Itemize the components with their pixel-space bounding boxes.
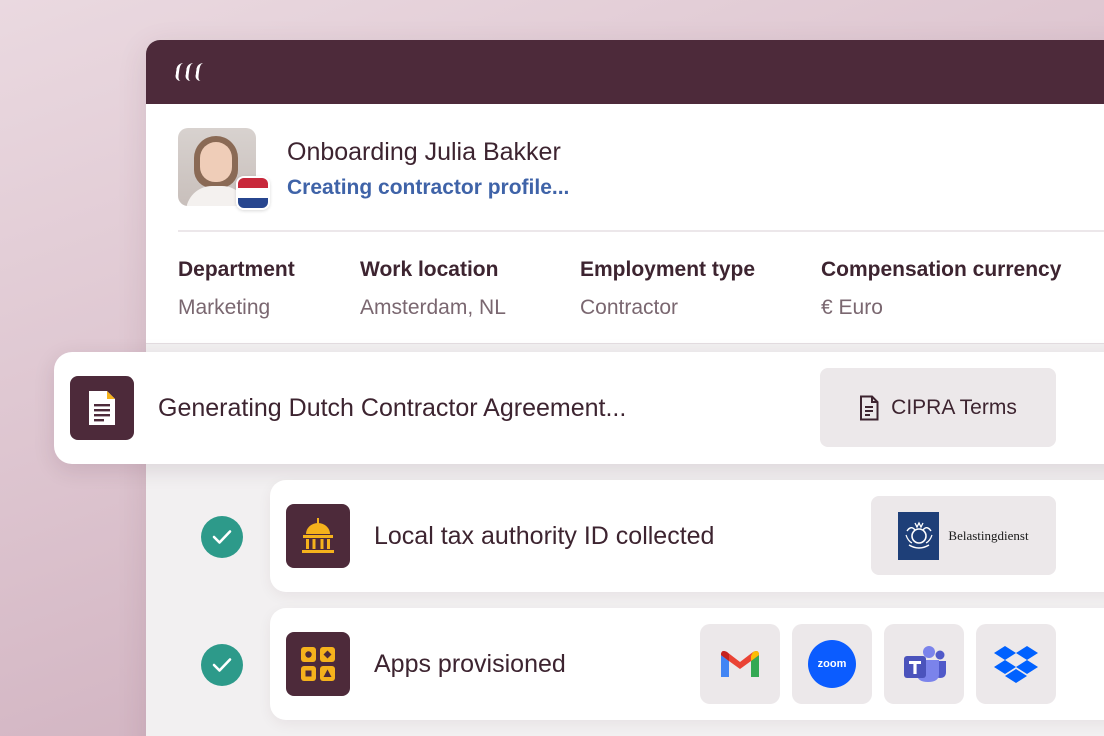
zoom-app-icon[interactable]: zoom bbox=[792, 624, 872, 704]
document-icon bbox=[70, 376, 134, 440]
field-compensation-currency: Compensation currency € Euro bbox=[821, 258, 1061, 320]
field-label: Compensation currency bbox=[821, 258, 1062, 281]
check-icon bbox=[201, 516, 243, 558]
step-title: Apps provisioned bbox=[374, 650, 566, 678]
field-value: Contractor bbox=[580, 296, 679, 319]
check-icon bbox=[201, 644, 243, 686]
belastingdienst-badge: Belastingdienst bbox=[871, 496, 1056, 575]
belastingdienst-logo-icon bbox=[898, 511, 940, 560]
netherlands-flag-icon bbox=[236, 176, 270, 210]
apps-step: Apps provisioned zoom bbox=[270, 608, 1104, 720]
page-title: Onboarding Julia Bakker bbox=[287, 138, 561, 166]
onboarding-card: Onboarding Julia Bakker Creating contrac… bbox=[146, 104, 1104, 344]
cipra-terms-button[interactable]: CIPRA Terms bbox=[820, 368, 1056, 447]
file-icon bbox=[860, 395, 879, 420]
agreement-card: Generating Dutch Contractor Agreement...… bbox=[54, 352, 1104, 464]
dropbox-app-icon[interactable] bbox=[976, 624, 1056, 704]
field-label: Department bbox=[178, 258, 295, 281]
field-value: Marketing bbox=[178, 296, 271, 319]
step-title: Local tax authority ID collected bbox=[374, 522, 715, 550]
gmail-app-icon[interactable] bbox=[700, 624, 780, 704]
field-work-location: Work location Amsterdam, NL bbox=[360, 258, 506, 320]
zoom-label: zoom bbox=[817, 658, 847, 670]
agreement-title: Generating Dutch Contractor Agreement... bbox=[158, 394, 627, 422]
cipra-terms-label: CIPRA Terms bbox=[891, 395, 1017, 419]
divider bbox=[178, 230, 1104, 232]
title-bar bbox=[146, 40, 1104, 104]
field-label: Employment type bbox=[580, 258, 756, 281]
rippling-logo-icon bbox=[174, 63, 205, 81]
field-label: Work location bbox=[360, 258, 499, 281]
field-value: Amsterdam, NL bbox=[360, 296, 506, 319]
apps-grid-icon bbox=[286, 632, 350, 696]
field-department: Department Marketing bbox=[178, 258, 295, 320]
field-value: € Euro bbox=[821, 296, 883, 319]
belastingdienst-label: Belastingdienst bbox=[948, 527, 1029, 543]
tax-id-step: Local tax authority ID collected Belasti… bbox=[270, 480, 1104, 592]
field-employment-type: Employment type Contractor bbox=[580, 258, 755, 320]
teams-app-icon[interactable] bbox=[884, 624, 964, 704]
status-text: Creating contractor profile... bbox=[287, 176, 570, 199]
government-building-icon bbox=[286, 504, 350, 568]
